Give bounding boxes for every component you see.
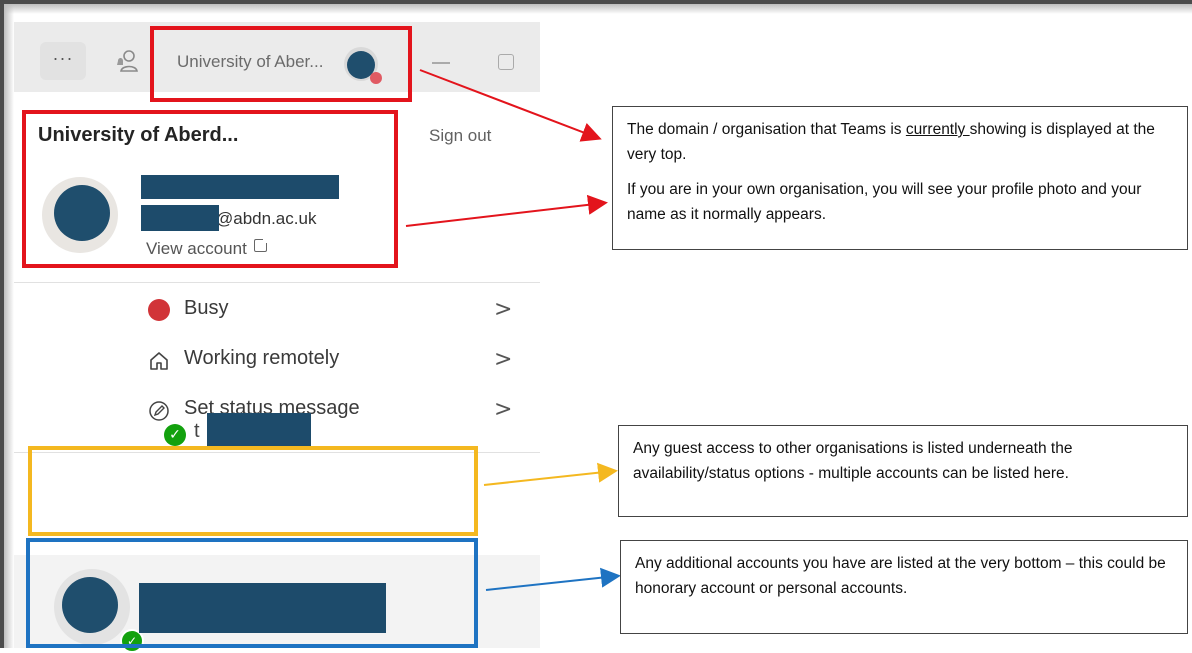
- arrow-to-additional: [485, 567, 621, 591]
- note-additional-accounts: Any additional accounts you have are lis…: [620, 540, 1188, 634]
- note-guest-access: Any guest access to other organisations …: [618, 425, 1188, 517]
- note3-text: Any additional accounts you have are lis…: [635, 555, 1166, 597]
- note1-underline: currently: [905, 121, 970, 138]
- note1-para2: If you are in your own organisation, you…: [627, 181, 1142, 223]
- note2-text: Any guest access to other organisations …: [633, 440, 1073, 482]
- arrow-to-guest: [483, 462, 618, 486]
- note-organisation: The domain / organisation that Teams is …: [612, 106, 1188, 250]
- note1-text-a: The domain / organisation that Teams is: [627, 121, 906, 138]
- arrow-to-titlebar: [419, 69, 602, 142]
- arrow-to-profile: [405, 194, 608, 227]
